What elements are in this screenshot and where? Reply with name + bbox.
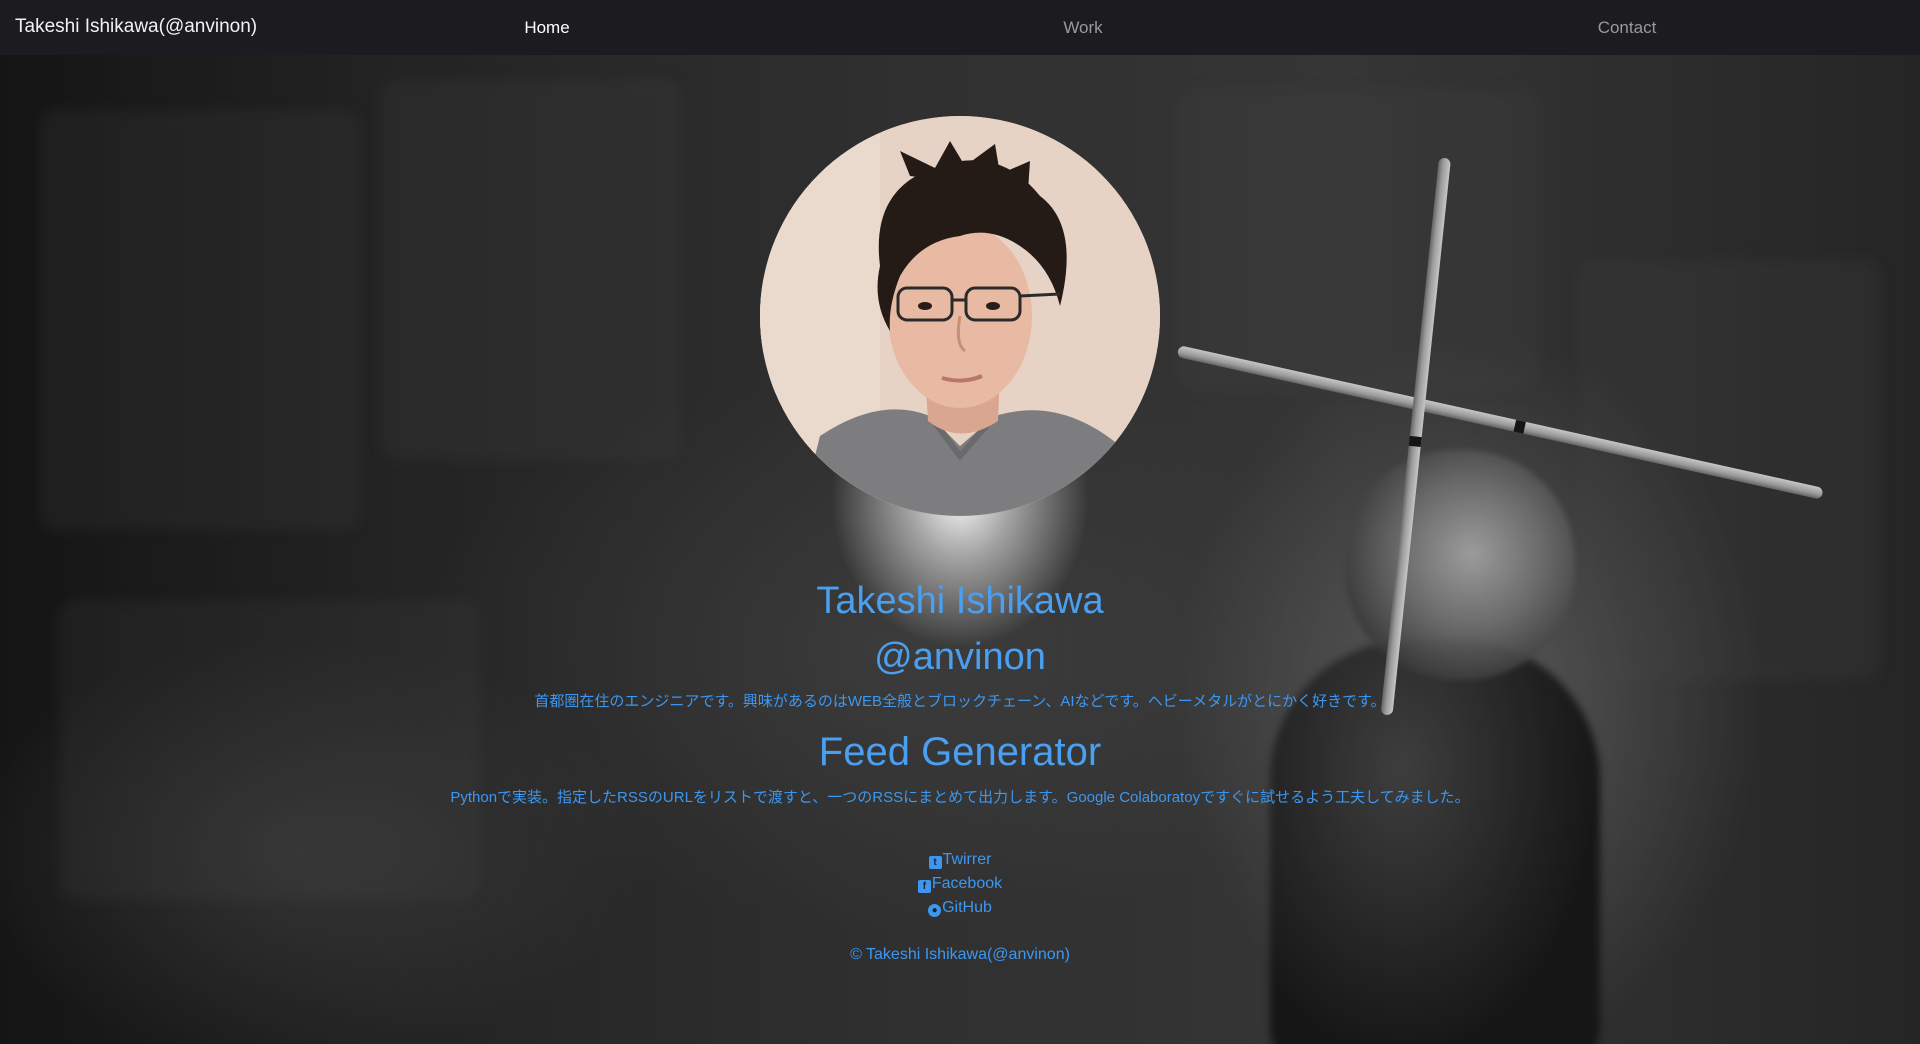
profile-name: Takeshi Ishikawa — [816, 580, 1104, 622]
profile-avatar — [760, 116, 1160, 516]
nav-item-work[interactable]: Work — [1063, 18, 1102, 38]
footer-copyright: © Takeshi Ishikawa(@anvinon) — [850, 946, 1070, 963]
profile-intro: 首都圏在住のエンジニアです。興味があるのはWEB全般とブロックチェーン、AIなど… — [534, 693, 1386, 710]
profile-handle: @anvinon — [874, 636, 1046, 678]
social-link-label: Twirrer — [942, 851, 992, 868]
profile-photo-illustration — [760, 116, 1160, 516]
site-brand[interactable]: Takeshi Ishikawa(@anvinon) — [15, 16, 257, 38]
nav-item-contact[interactable]: Contact — [1598, 18, 1657, 38]
github-icon: ● — [928, 904, 942, 917]
social-link-github[interactable]: ● GitHub — [0, 899, 1920, 917]
project-title: Feed Generator — [818, 730, 1102, 774]
twitter-icon: t — [928, 856, 942, 869]
project-description: Pythonで実装。指定したRSSのURLをリストで渡すと、一つのRSSにまとめ… — [450, 789, 1470, 806]
social-link-twitter[interactable]: t Twirrer — [0, 851, 1920, 869]
nav-item-home[interactable]: Home — [524, 18, 569, 38]
top-navbar: Takeshi Ishikawa(@anvinon) Home Work Con… — [0, 0, 1920, 55]
facebook-icon: f — [917, 880, 931, 893]
social-link-label: Facebook — [931, 875, 1003, 892]
social-link-facebook[interactable]: f Facebook — [0, 875, 1920, 893]
social-link-label: GitHub — [942, 899, 992, 916]
